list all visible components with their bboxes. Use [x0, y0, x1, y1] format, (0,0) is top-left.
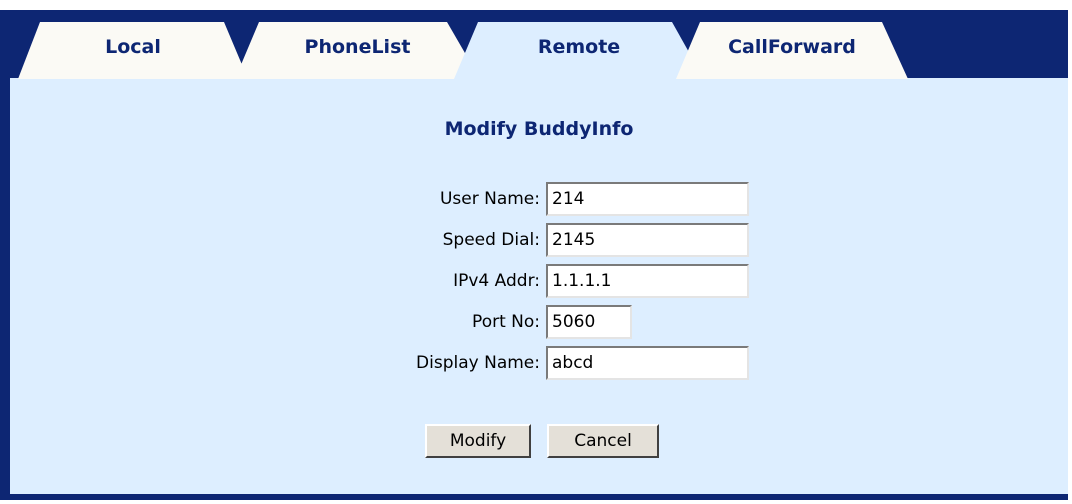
tab-phonelist-label: PhoneList — [304, 36, 411, 58]
tab-callforward-label: CallForward — [728, 36, 856, 58]
port-no-input[interactable] — [546, 305, 632, 339]
ipv4-addr-label: IPv4 Addr: — [453, 271, 540, 291]
tab-local[interactable]: Local — [18, 22, 248, 79]
tab-remote[interactable]: Remote — [454, 22, 704, 79]
frame-border-left — [0, 10, 10, 500]
port-no-label: Port No: — [472, 312, 540, 332]
tab-callforward[interactable]: CallForward — [676, 22, 908, 79]
user-name-label: User Name: — [439, 189, 540, 209]
page-title: Modify BuddyInfo — [444, 118, 634, 140]
cancel-button[interactable]: Cancel — [547, 424, 659, 458]
modify-button[interactable]: Modify — [425, 424, 531, 458]
tab-local-label: Local — [105, 36, 161, 58]
ipv4-addr-input[interactable] — [546, 264, 749, 298]
frame-border-bottom — [0, 494, 1068, 500]
display-name-label: Display Name: — [416, 353, 540, 373]
display-name-input[interactable] — [546, 346, 749, 380]
speed-dial-input[interactable] — [546, 223, 749, 257]
user-name-input[interactable] — [546, 182, 749, 216]
tab-remote-label: Remote — [537, 36, 621, 58]
speed-dial-label: Speed Dial: — [442, 230, 540, 250]
app-window: Local PhoneList Remote CallForward Modif… — [0, 0, 1072, 504]
tab-phonelist[interactable]: PhoneList — [235, 22, 480, 79]
